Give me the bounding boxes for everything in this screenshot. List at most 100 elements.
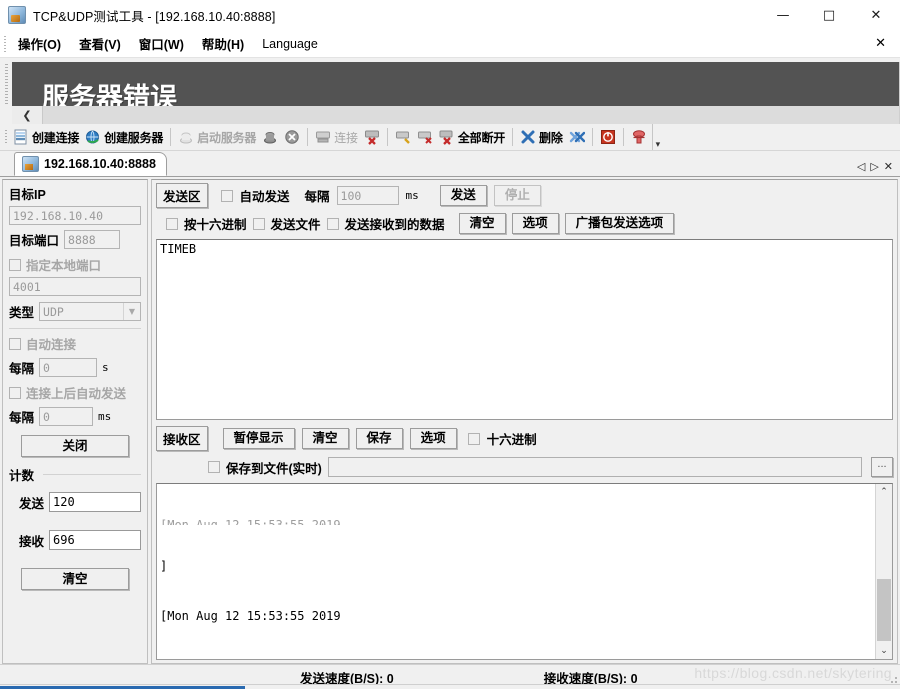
save-file-path-input[interactable] — [327, 457, 862, 477]
recv-toolbar-primary: 接收区 暂停显示 清空 保存 选项 十六进制 — [156, 426, 893, 451]
send-clear-button[interactable]: 清空 — [458, 213, 506, 234]
recv-save-button[interactable]: 保存 — [355, 428, 403, 449]
type-select[interactable]: UDP ▼ — [39, 302, 141, 321]
group-divider — [43, 474, 141, 475]
toolbar-new-connection-label: 创建连接 — [32, 130, 80, 145]
local-port-checkbox[interactable] — [9, 258, 21, 271]
send-hex-checkbox[interactable] — [166, 217, 178, 230]
title-bar: TCP&UDP测试工具 - [192.168.10.40:8888] — □ ✕ — [0, 0, 900, 30]
send-file-checkbox[interactable] — [252, 217, 265, 230]
menu-close-icon[interactable]: ✕ — [875, 36, 886, 51]
auto-connect-interval-input[interactable]: 0 — [39, 358, 98, 377]
document-icon — [22, 156, 39, 172]
toolbar-delete[interactable]: 删除 — [517, 128, 566, 147]
auto-send-checkbox[interactable] — [220, 189, 233, 202]
menu-item-view[interactable]: 查看(V) — [70, 31, 130, 56]
banner-grip-handle[interactable] — [0, 62, 12, 106]
recv-log-scrollbar[interactable]: ⌃ ⌄ — [875, 484, 892, 659]
recv-count-label: 接收 — [19, 534, 45, 549]
menu-item-language[interactable]: Language — [253, 34, 327, 54]
document-tab[interactable]: 192.168.10.40:8888 — [14, 152, 167, 176]
recv-pause-button[interactable]: 暂停显示 — [222, 428, 295, 449]
auto-send-checkbox-label: 自动发送 — [239, 190, 290, 204]
menu-grip-handle[interactable] — [0, 30, 9, 57]
banner-title: 服务器错误 — [42, 83, 177, 106]
type-select-value: UDP — [43, 304, 64, 319]
toolbar-disconnect-all-label: 全部断开 — [457, 130, 506, 145]
toolbar-new-connection[interactable]: 创建连接 — [10, 128, 82, 147]
tab-navigation: ◁ ▷ ✕ — [857, 160, 900, 176]
tab-prev-icon[interactable]: ◁ — [857, 160, 865, 173]
banner-collapse-row: ❮ — [0, 106, 900, 124]
toolbar-cancel[interactable] — [281, 128, 303, 146]
scrollbar-thumb[interactable] — [877, 578, 891, 641]
toolbar-connect[interactable]: 连接 — [312, 128, 361, 147]
recv-area-tag[interactable]: 接收区 — [156, 426, 208, 451]
auto-send-interval-label: 每隔 — [9, 411, 35, 425]
send-file-label: 发送文件 — [270, 218, 321, 232]
send-button[interactable]: 发送 — [439, 185, 487, 206]
toolbar-grip-handle[interactable] — [2, 126, 10, 148]
toolbar-delete-all[interactable] — [566, 128, 588, 146]
toolbar-disconnect-all[interactable]: 全部断开 — [436, 128, 508, 147]
recv-toolbar-secondary: 保存到文件(实时) ... — [156, 457, 893, 477]
divider — [9, 328, 141, 329]
window-bottom-edge — [0, 684, 900, 689]
save-to-file-checkbox[interactable] — [208, 461, 220, 473]
menu-item-help[interactable]: 帮助(H) — [193, 31, 253, 56]
auto-connect-checkbox[interactable] — [9, 337, 21, 350]
menu-item-operation[interactable]: 操作(O) — [9, 31, 70, 56]
auto-send-interval-input[interactable]: 0 — [39, 407, 94, 426]
recv-count-input[interactable]: 696 — [49, 530, 141, 550]
toolbar-disconnect[interactable] — [361, 128, 383, 146]
data-panel: 发送区 自动发送 每隔 100 ms 发送 停止 按十六进制 发送文件 发送接收… — [151, 179, 898, 664]
toolbar-stop-server[interactable] — [259, 128, 281, 146]
new-connection-icon — [13, 129, 29, 145]
toolbar-overflow-icon[interactable]: ▾ — [651, 124, 660, 150]
browse-file-button[interactable]: ... — [871, 457, 893, 477]
window-controls: — □ ✕ — [760, 0, 900, 30]
auto-send-on-connect-checkbox[interactable] — [9, 386, 21, 399]
close-connection-button[interactable]: 关闭 — [21, 435, 129, 457]
menu-bar: 操作(O) 查看(V) 窗口(W) 帮助(H) Language ✕ — [0, 30, 900, 58]
clear-counters-button[interactable]: 清空 — [21, 568, 129, 590]
scrollbar-track[interactable] — [876, 500, 892, 643]
recv-log-line: [Mon Aug 12 15:53:55 2019 — [160, 608, 341, 623]
send-textarea[interactable]: TIMEB — [156, 239, 893, 420]
tab-close-icon[interactable]: ✕ — [884, 160, 893, 173]
send-echo-checkbox[interactable] — [326, 217, 339, 230]
toolbar-separator — [307, 128, 309, 146]
toolbar-start-server[interactable]: 启动服务器 — [175, 128, 259, 147]
recv-options-button[interactable]: 选项 — [409, 428, 457, 449]
send-options-button[interactable]: 选项 — [511, 213, 559, 234]
broadcast-options-button[interactable]: 广播包发送选项 — [564, 213, 675, 234]
target-port-input[interactable]: 8888 — [64, 230, 121, 249]
recv-clear-button[interactable]: 清空 — [301, 428, 349, 449]
disconnect-all-alt-icon — [417, 129, 433, 145]
recv-log-text[interactable]: [Mon Aug 12 15:53:55 2019 ] [Mon Aug 12 … — [157, 484, 875, 659]
menu-item-window[interactable]: 窗口(W) — [130, 31, 193, 56]
scroll-up-icon[interactable]: ⌃ — [876, 484, 892, 500]
toolbar-new-server[interactable]: 创建服务器 — [82, 128, 166, 147]
toolbar-connect-alt[interactable] — [392, 128, 414, 146]
toolbar-help-red[interactable] — [628, 128, 650, 146]
save-to-file-label: 保存到文件(实时) — [226, 461, 322, 476]
delete-icon — [520, 129, 536, 145]
toolbar-power[interactable] — [597, 128, 619, 146]
minimize-button[interactable]: — — [760, 0, 806, 30]
tab-next-icon[interactable]: ▷ — [870, 160, 878, 173]
maximize-button[interactable]: □ — [806, 0, 852, 30]
target-ip-input[interactable]: 192.168.10.40 — [9, 206, 141, 225]
sent-count-input[interactable]: 120 — [49, 492, 141, 512]
recv-hex-checkbox[interactable] — [467, 432, 480, 445]
close-button[interactable]: ✕ — [852, 0, 900, 30]
send-area-tag[interactable]: 发送区 — [156, 183, 208, 208]
stop-button[interactable]: 停止 — [493, 185, 541, 206]
collapse-left-icon[interactable]: ❮ — [12, 106, 43, 124]
collapse-track — [43, 106, 900, 124]
send-interval-input[interactable]: 100 — [336, 186, 399, 205]
local-port-input[interactable]: 4001 — [9, 277, 141, 296]
scroll-down-icon[interactable]: ⌄ — [876, 643, 892, 659]
help-red-icon — [631, 129, 647, 145]
toolbar-disconnect-all-icon-only[interactable] — [414, 128, 436, 146]
